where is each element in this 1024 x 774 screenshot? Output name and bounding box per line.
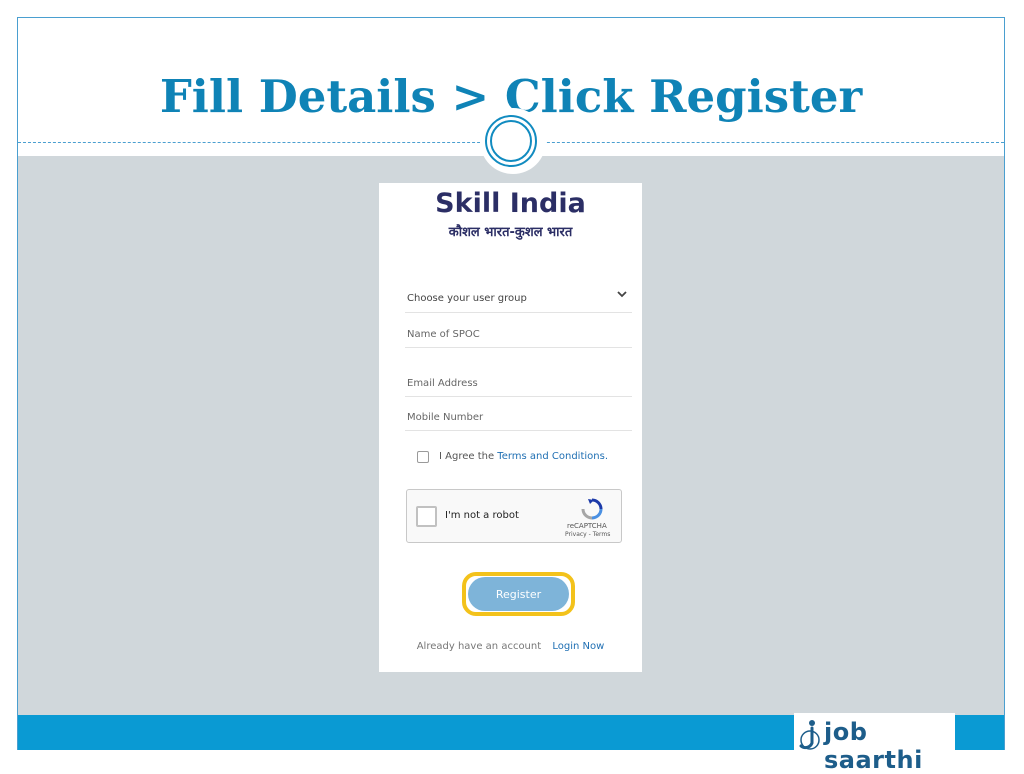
job-saarthi-logo-icon [799,720,820,750]
skill-india-logo: Skill India कौशल भारत-कुशल भारत [379,187,642,240]
recaptcha-widget: I'm not a robot reCAPTCHA Privacy - Term… [406,489,622,543]
email-field[interactable] [405,363,632,396]
terms-checkbox[interactable] [417,451,429,463]
chevron-down-icon [617,291,627,298]
recaptcha-privacy-terms[interactable]: Privacy - Terms [565,531,610,538]
login-now-link[interactable]: Login Now [552,641,604,652]
brand-tagline: कौशल भारत-कुशल भारत [448,225,573,240]
user-group-select-value: Choose your user group [407,293,527,304]
brand-name: Skill India [435,188,586,219]
circle-ornament-ring [485,115,537,167]
account-prompt-text: Already have an account [416,641,542,652]
terms-agreement-row: I Agree the Terms and Conditions. [417,451,632,465]
mobile-number-field[interactable] [405,397,632,430]
recaptcha-checkbox[interactable] [416,506,437,527]
agree-label: I Agree the [439,451,498,462]
spoc-name-field[interactable] [405,314,632,347]
spoc-name-field-wrap [405,314,632,348]
login-prompt: Already have an account Login Now [379,641,642,652]
recaptcha-label: I'm not a robot [445,510,519,521]
job-saarthi-logo: job saarthi [794,713,955,774]
user-group-select[interactable]: Choose your user group [405,279,632,313]
register-button[interactable]: Register [468,577,569,611]
registration-form-card: Skill India कौशल भारत-कुशल भारत Choose y… [379,183,642,672]
mobile-field-wrap [405,397,632,431]
terms-link[interactable]: Terms and Conditions. [497,451,608,462]
email-field-wrap [405,363,632,397]
terms-agreement-text: I Agree the Terms and Conditions. [439,451,608,462]
recaptcha-brand: reCAPTCHA [567,522,607,530]
job-saarthi-logo-text: job saarthi [824,718,923,774]
recaptcha-logo-icon [581,498,603,520]
